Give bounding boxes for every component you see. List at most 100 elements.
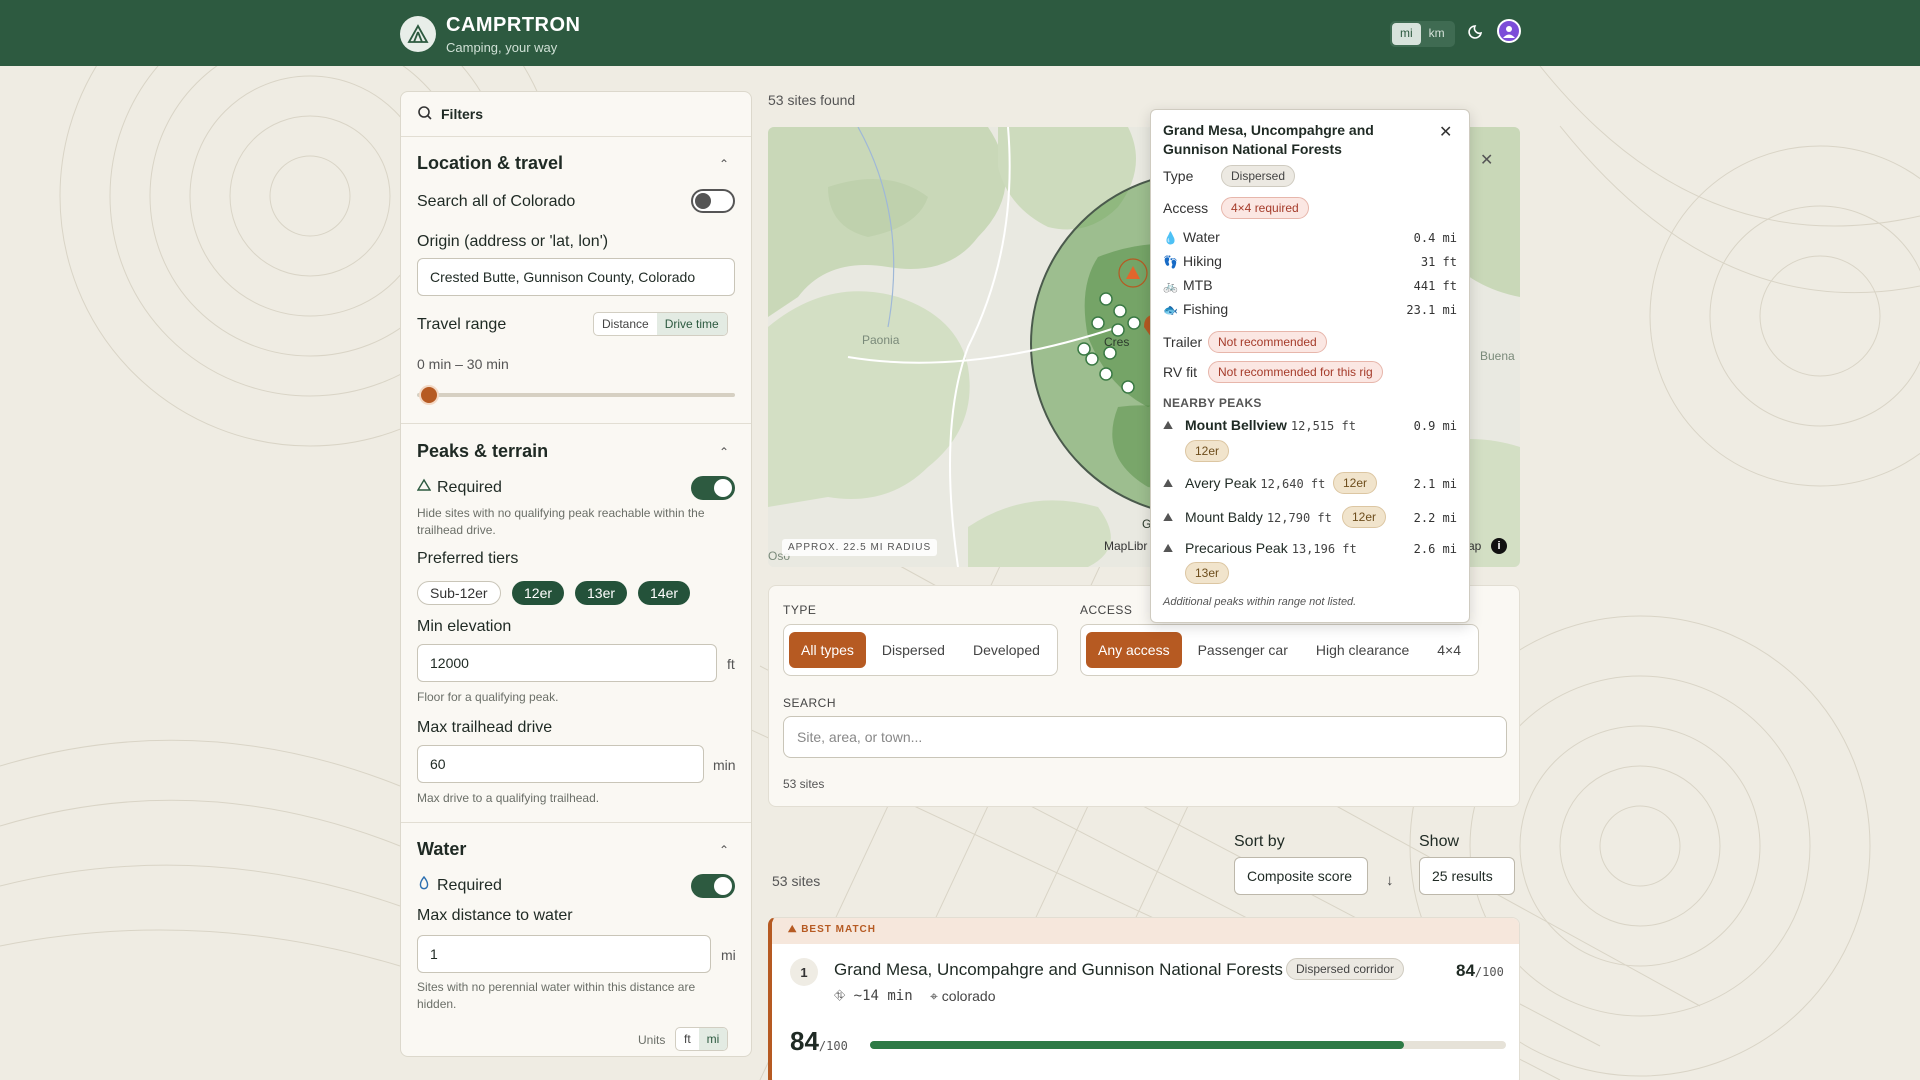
min-elevation-hint: Floor for a qualifying peak. <box>417 690 559 704</box>
type-developed-button[interactable]: Developed <box>961 632 1052 668</box>
max-water-distance-input[interactable]: 1 <box>417 935 711 973</box>
mountain-icon: ⛰ <box>1163 418 1174 432</box>
peak-name[interactable]: Avery Peak 12,640 ft <box>1185 475 1325 491</box>
type-header: TYPE <box>783 603 817 617</box>
chevron-up-icon[interactable]: ⌃ <box>719 843 729 857</box>
access-any-button[interactable]: Any access <box>1086 632 1182 668</box>
site-search-input[interactable]: Site, area, or town... <box>783 716 1507 758</box>
mountain-icon <box>416 478 432 497</box>
section-divider <box>401 822 751 823</box>
water-unit-mi-button[interactable]: mi <box>698 1028 728 1050</box>
region: ⌖ colorado <box>930 988 996 1004</box>
access-header: ACCESS <box>1080 603 1133 617</box>
result-score: 84/100 <box>1456 961 1504 980</box>
peaks-section-title[interactable]: Peaks & terrain <box>417 441 548 462</box>
user-avatar-icon[interactable] <box>1497 19 1521 43</box>
max-drive-input[interactable]: 60 <box>417 745 704 783</box>
route-icon: ⛗ <box>834 988 846 1004</box>
site-popup: Grand Mesa, Uncompahgre and Gunnison Nat… <box>1150 109 1470 623</box>
access-passenger-car-button[interactable]: Passenger car <box>1186 632 1300 668</box>
mode-drive-time-button[interactable]: Drive time <box>656 313 727 335</box>
popup-trailer-label: Trailer <box>1163 334 1203 350</box>
site-count: 53 sites <box>783 777 825 791</box>
tent-logo-icon[interactable] <box>400 16 436 52</box>
show-select[interactable]: 25 results <box>1419 857 1515 895</box>
stat-value: 441 ft <box>1413 279 1457 293</box>
unit-km-button[interactable]: km <box>1421 23 1453 45</box>
map-attribution-tail[interactable]: ap <box>1468 539 1481 553</box>
access-high-clearance-button[interactable]: High clearance <box>1304 632 1421 668</box>
peaks-required-hint: Hide sites with no qualifying peak reach… <box>417 506 705 537</box>
chevron-up-icon[interactable]: ⌃ <box>719 157 729 171</box>
tier-14er-chip[interactable]: 14er <box>638 581 691 605</box>
peak-tier-badge: 13er <box>1185 562 1230 584</box>
water-required-toggle[interactable] <box>691 874 735 898</box>
mode-distance-button[interactable]: Distance <box>594 313 657 335</box>
result-card[interactable]: ⛰ BEST MATCH 1 Grand Mesa, Uncompahgre a… <box>768 917 1520 1080</box>
score-bar-track <box>870 1041 1506 1049</box>
tier-12er-chip[interactable]: 12er <box>512 581 565 605</box>
composite-score: 84/100 <box>790 1026 848 1056</box>
travel-range-label: Travel range <box>417 316 507 333</box>
max-water-distance-label: Max distance to water <box>417 907 573 924</box>
stat-value: 31 ft <box>1420 255 1457 269</box>
min-elevation-input[interactable]: 12000 <box>417 644 717 682</box>
result-type-badge: Dispersed corridor <box>1286 958 1405 980</box>
filter-panel: Filters Location & travel ⌃ Search all o… <box>400 91 752 1057</box>
unit-mi-button[interactable]: mi <box>1392 23 1421 45</box>
water-drop-icon <box>417 875 431 895</box>
bike-icon: 🚲 <box>1163 279 1178 293</box>
sort-direction-icon[interactable]: ↓ <box>1386 872 1394 889</box>
moon-icon[interactable] <box>1468 22 1486 45</box>
rank-badge: 1 <box>790 958 818 986</box>
peak-distance: 2.1 mi <box>1413 477 1457 491</box>
sites-found-count: 53 sites found <box>768 92 856 108</box>
travel-range-slider-track[interactable] <box>417 393 735 397</box>
tier-13er-chip[interactable]: 13er <box>575 581 628 605</box>
map-place-label: Cres <box>1104 335 1130 349</box>
access-4x4-button[interactable]: 4×4 <box>1425 632 1473 668</box>
type-badge: Dispersed <box>1221 165 1296 187</box>
filters-header[interactable]: Filters <box>401 92 751 137</box>
close-icon[interactable]: ✕ <box>1439 122 1452 142</box>
peak-distance: 0.9 mi <box>1413 419 1457 433</box>
close-icon[interactable]: ✕ <box>1480 150 1493 170</box>
water-unit-ft-button[interactable]: ft <box>676 1028 699 1050</box>
stat-value: 23.1 mi <box>1406 303 1457 317</box>
travel-range-slider-handle[interactable] <box>419 385 439 405</box>
popup-type-label: Type <box>1163 168 1194 184</box>
chevron-up-icon[interactable]: ⌃ <box>719 445 729 459</box>
peak-name[interactable]: Precarious Peak 13,196 ft <box>1185 540 1357 556</box>
water-required-label: Required <box>437 876 502 894</box>
origin-label: Origin (address or 'lat, lon') <box>417 233 609 250</box>
pin-icon: ⌖ <box>930 988 938 1004</box>
info-icon[interactable]: i <box>1491 538 1507 554</box>
boot-icon: 👣 <box>1163 255 1178 269</box>
mountain-icon: ⛰ <box>1163 541 1174 555</box>
peak-name[interactable]: Mount Bellview 12,515 ft <box>1185 417 1356 433</box>
radius-label: APPROX. 22.5 MI RADIUS <box>782 539 938 556</box>
origin-input[interactable]: Crested Butte, Gunnison County, Colorado <box>417 258 735 296</box>
search-all-toggle[interactable] <box>691 189 735 213</box>
peak-tier-badge: 12er <box>1185 440 1230 462</box>
tier-sub-12er-chip[interactable]: Sub-12er <box>417 581 501 605</box>
water-required-row: Required <box>417 875 502 895</box>
max-drive-label: Max trailhead drive <box>417 719 553 736</box>
location-section-title[interactable]: Location & travel <box>417 153 563 174</box>
water-section-title[interactable]: Water <box>417 839 466 860</box>
result-title[interactable]: Grand Mesa, Uncompahgre and Gunnison Nat… <box>834 960 1283 980</box>
nearby-peaks-header: NEARBY PEAKS <box>1163 396 1262 410</box>
map-attribution[interactable]: MapLibr <box>1104 539 1147 553</box>
popup-access-label: Access <box>1163 200 1209 216</box>
trailer-badge: Not recommended <box>1208 331 1327 353</box>
score-bar-fill <box>870 1041 1405 1049</box>
type-segment: All types Dispersed Developed <box>783 624 1058 676</box>
peak-name[interactable]: Mount Baldy 12,790 ft <box>1185 509 1332 525</box>
popup-note: Additional peaks within range not listed… <box>1163 596 1357 608</box>
show-label: Show <box>1419 833 1460 850</box>
type-all-button[interactable]: All types <box>789 632 866 668</box>
type-dispersed-button[interactable]: Dispersed <box>870 632 957 668</box>
peaks-required-toggle[interactable] <box>691 476 735 500</box>
water-unit-switch: ft mi <box>675 1027 729 1051</box>
sort-select[interactable]: Composite score <box>1234 857 1368 895</box>
